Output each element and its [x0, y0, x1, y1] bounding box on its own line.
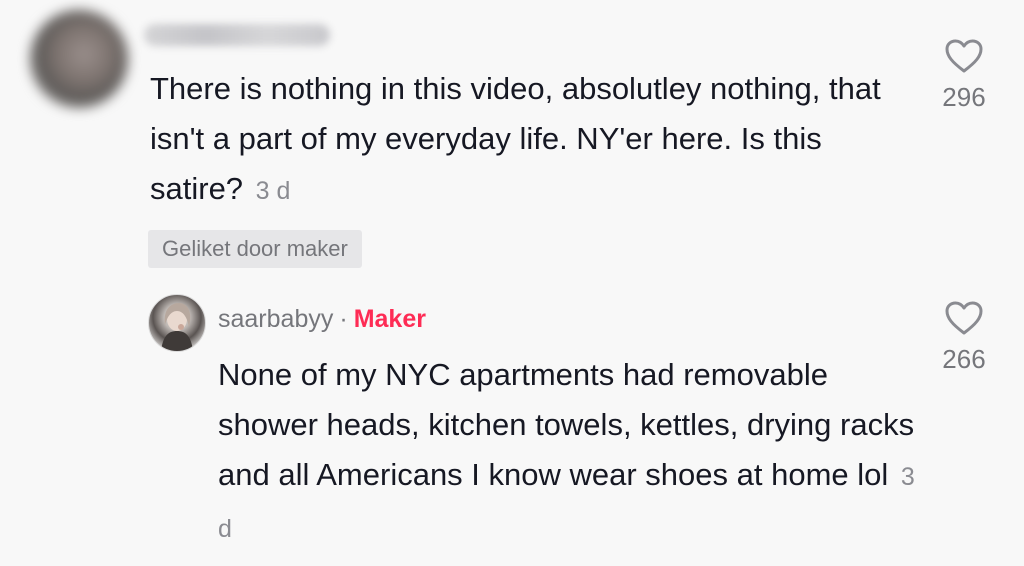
heart-outline-icon[interactable]	[944, 38, 984, 74]
reply-text: None of my NYC apartments had removable …	[218, 357, 915, 492]
comment-body: There is nothing in this video, absolutl…	[150, 64, 890, 216]
creator-badge: Maker	[353, 305, 426, 333]
comment-like-count: 296	[942, 82, 986, 112]
reply-like-count: 266	[942, 344, 986, 374]
heart-outline-icon[interactable]	[944, 300, 984, 336]
comment-timestamp: 3 d	[255, 177, 291, 205]
header-separator: ·	[339, 305, 348, 333]
reply-username[interactable]: saarbabyy	[218, 305, 333, 333]
reply-header: saarbabyy · Maker	[218, 303, 426, 335]
commenter-username-redacted[interactable]	[144, 24, 330, 46]
reply-like-button[interactable]: 266	[924, 300, 1004, 375]
commenter-avatar[interactable]	[30, 10, 128, 108]
reply-avatar[interactable]	[148, 294, 206, 352]
comment-like-button[interactable]: 296	[924, 38, 1004, 113]
avatar-photo-icon	[161, 303, 193, 351]
comment-thread: There is nothing in this video, absolutl…	[0, 0, 1024, 566]
reply-body: None of my NYC apartments had removable …	[218, 350, 918, 554]
liked-by-creator-badge: Geliket door maker	[148, 230, 362, 268]
